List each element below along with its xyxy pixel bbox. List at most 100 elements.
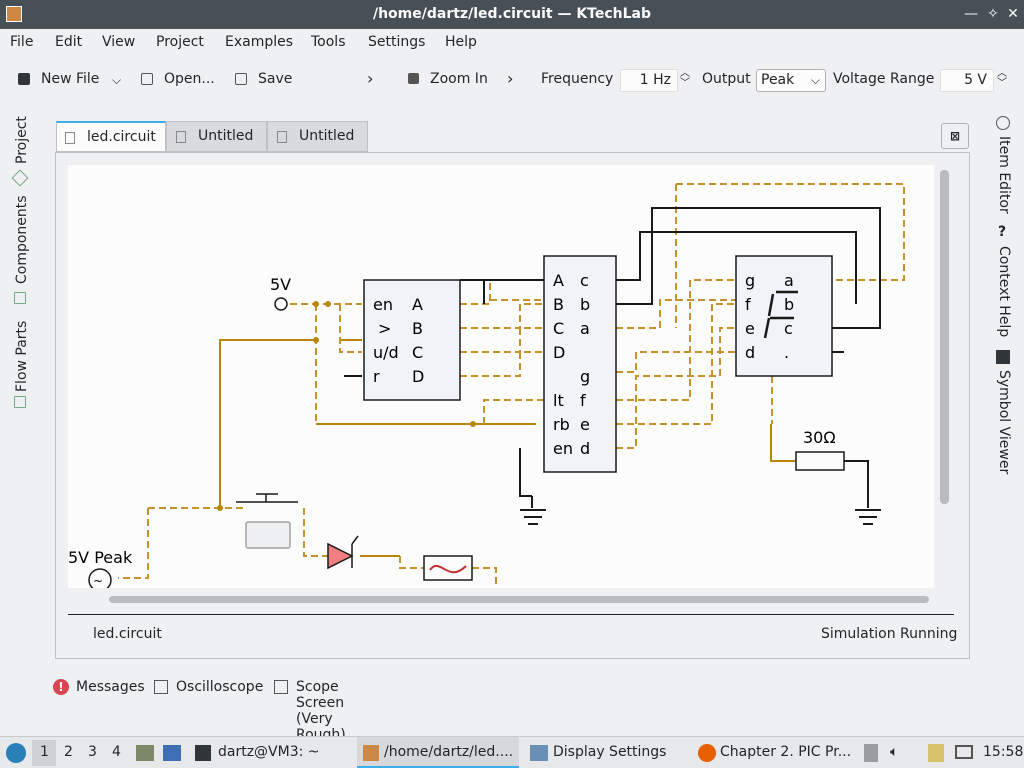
zoom-in-icon [408, 73, 419, 84]
sidebar-tab-components[interactable]: Components [14, 195, 30, 284]
display-pin-a: a [784, 271, 794, 290]
tool-tab-scope-screen[interactable]: Scope Screen (Very Rough) [296, 679, 346, 743]
supply-terminal[interactable] [274, 297, 288, 311]
led-arrow-icon [351, 535, 359, 568]
maximize-icon[interactable]: ✧ [984, 4, 1002, 24]
tray-app-icon[interactable] [864, 744, 878, 762]
tab-led-circuit[interactable]: led.circuit [56, 121, 166, 152]
start-menu-icon[interactable] [6, 743, 26, 763]
save-button[interactable]: Save [258, 71, 292, 87]
display-pin-c: c [784, 319, 793, 338]
open-button[interactable]: Open... [164, 71, 215, 87]
output-label: Output [702, 71, 751, 87]
output-select[interactable]: Peak ⌵ [756, 69, 826, 92]
decoder-pin-a: A [553, 271, 564, 290]
close-tab-button[interactable]: ⊠ [941, 123, 969, 149]
taskbar: 1 2 3 4 dartz@VM3: ~ /home/dartz/led....… [0, 736, 1024, 768]
sidebar-tab-flow-parts[interactable]: Flow Parts [14, 321, 30, 392]
decoder-out-c: c [580, 271, 589, 290]
left-sidebar: Project Components Flow Parts [11, 112, 33, 412]
decoder-out-b: b [580, 295, 590, 314]
push-switch[interactable] [236, 493, 298, 549]
sidebar-tab-symbol-viewer[interactable]: Symbol Viewer [996, 370, 1012, 474]
tab-untitled-1-label: Untitled [198, 128, 254, 144]
chevron-down-icon: ⌵ [810, 73, 820, 87]
ac-source-icon: ~ [93, 574, 103, 588]
minimize-icon[interactable]: — [962, 4, 980, 24]
decoder-pin-en: en [553, 439, 573, 458]
new-file-icon [18, 73, 30, 85]
clipboard-icon[interactable] [928, 744, 944, 762]
decoder-pin-b: B [553, 295, 564, 314]
desktop-4[interactable]: 4 [112, 744, 121, 760]
tab-untitled-1[interactable]: Untitled [166, 121, 267, 152]
network-icon[interactable] [955, 745, 973, 759]
menu-edit[interactable]: Edit [55, 34, 82, 50]
new-file-dropdown-icon[interactable]: ⌵ [112, 73, 121, 88]
tool-tab-messages[interactable]: Messages [76, 679, 145, 695]
counter-pin-d: D [412, 367, 424, 386]
counter-pin-ud: u/d [373, 343, 399, 362]
close-icon[interactable]: ✕ [1004, 4, 1022, 24]
counter-pin-en: en [373, 295, 393, 314]
display-settings-icon [530, 745, 548, 761]
circuit-canvas[interactable]: 5V en > u/d r A B C D A B C D lt rb en c… [68, 165, 934, 588]
circuit-diagram[interactable]: 5V en > u/d r A B C D A B C D lt rb en c… [68, 165, 934, 588]
task-display-settings[interactable]: Display Settings [553, 744, 666, 760]
frequency-spinbox[interactable]: 1 Hz [620, 69, 678, 92]
display-pin-d: d [745, 343, 755, 362]
status-filename: led.circuit [93, 626, 162, 642]
context-help-icon: ? [998, 224, 1007, 240]
vertical-scrollbar[interactable] [940, 170, 949, 504]
voltage-range-spinbox[interactable]: 5 V [940, 69, 994, 92]
desktop-3[interactable]: 3 [88, 744, 97, 760]
new-file-button[interactable]: New File [41, 71, 99, 87]
clock[interactable]: 15:58 [983, 744, 1023, 760]
sidebar-tab-context-help[interactable]: Context Help [996, 246, 1012, 337]
decoder-out-g: g [580, 367, 590, 386]
menu-project[interactable]: Project [156, 34, 204, 50]
resistor[interactable] [795, 451, 845, 471]
main-toolbar: New File ⌵ Open... Save › Zoom In › Freq… [0, 57, 1024, 103]
desktop-1[interactable]: 1 [40, 744, 49, 760]
menu-examples[interactable]: Examples [225, 34, 293, 50]
show-desktop-icon[interactable] [163, 745, 181, 761]
task-terminal[interactable]: dartz@VM3: ~ [218, 744, 320, 760]
zoom-in-button[interactable]: Zoom In [430, 71, 488, 87]
menu-help[interactable]: Help [445, 34, 477, 50]
display-pin-e: e [745, 319, 755, 338]
tool-tab-oscilloscope[interactable]: Oscilloscope [176, 679, 263, 695]
volume-icon[interactable]: 🔈︎ [890, 744, 898, 760]
sidebar-tab-item-editor[interactable]: Item Editor [996, 136, 1012, 214]
desktop-2[interactable]: 2 [64, 744, 73, 760]
symbol-viewer-icon [996, 350, 1010, 364]
menu-tools[interactable]: Tools [311, 34, 346, 50]
menu-settings[interactable]: Settings [368, 34, 425, 50]
toolbar-overflow-2-icon[interactable]: › [507, 69, 513, 88]
document-icon [277, 131, 287, 143]
decoder-pin-rb: rb [553, 415, 570, 434]
task-firefox[interactable]: Chapter 2. PIC Pr... [720, 744, 851, 760]
frequency-stepper-icon[interactable]: ︿ ﹀ [680, 69, 690, 89]
file-manager-icon[interactable] [136, 745, 154, 761]
scope-screen-icon [274, 680, 288, 694]
sidebar-tab-project[interactable]: Project [14, 116, 30, 164]
tab-untitled-2[interactable]: Untitled [267, 121, 368, 152]
ground-symbol-right [855, 509, 881, 525]
task-ktechlab[interactable]: /home/dartz/led.... [384, 744, 513, 760]
document-icon [176, 131, 186, 143]
voltage-stepper-icon[interactable]: ︿ ﹀ [997, 69, 1007, 89]
status-divider [68, 614, 954, 615]
document-icon [65, 132, 75, 144]
toolbar-overflow-icon[interactable]: › [367, 69, 373, 88]
flow-parts-icon [14, 396, 26, 408]
led[interactable] [327, 542, 354, 570]
counter-pin-a: A [412, 295, 423, 314]
menu-view[interactable]: View [102, 34, 135, 50]
resistor-label: 30Ω [803, 428, 836, 447]
decoder-out-d: d [580, 439, 590, 458]
menu-file[interactable]: File [10, 34, 33, 50]
wire-clock [219, 339, 316, 508]
decoder-pin-lt: lt [553, 391, 564, 410]
horizontal-scrollbar[interactable] [109, 596, 929, 603]
